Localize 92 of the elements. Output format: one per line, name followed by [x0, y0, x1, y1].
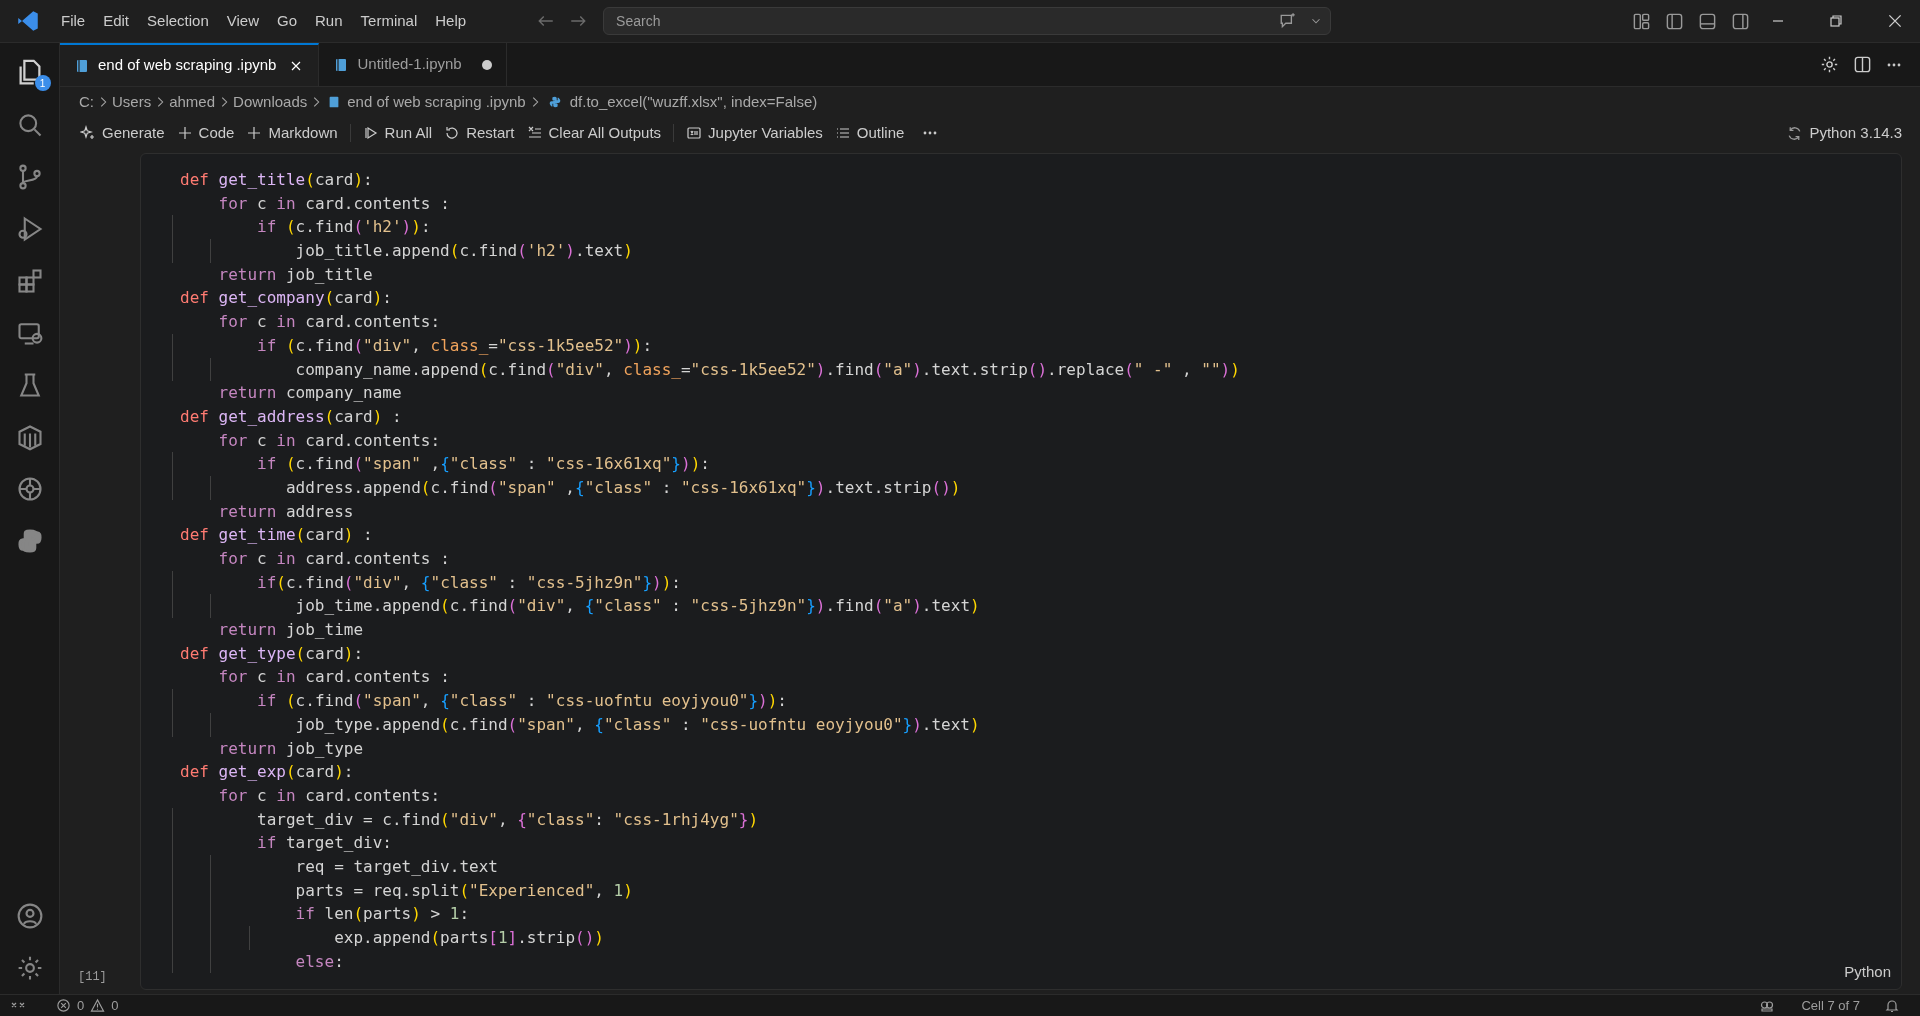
- toolbar-button[interactable]: Restart: [438, 120, 521, 146]
- search-field[interactable]: Search: [603, 7, 1332, 35]
- bell-icon[interactable]: [1884, 997, 1900, 1014]
- breadcrumb-item[interactable]: ahmed: [169, 90, 216, 114]
- run-debug-icon[interactable]: [15, 215, 44, 243]
- menu-item[interactable]: Edit: [94, 9, 139, 33]
- notification-badge: 1: [34, 75, 51, 91]
- toolbar-button[interactable]: Generate: [74, 120, 171, 146]
- menu-item[interactable]: View: [217, 9, 268, 33]
- plus-icon: [176, 125, 193, 141]
- code-line: if (c.find("span", {"class" : "css-uofntu eoyjyou0"})):: [256, 691, 787, 711]
- code-line: def get_time(card) :: [180, 525, 373, 545]
- account-icon[interactable]: [15, 902, 44, 930]
- cell-language[interactable]: Python: [1844, 960, 1891, 983]
- bottom-panel-icon[interactable]: [1698, 11, 1717, 31]
- menu-item[interactable]: Help: [426, 9, 476, 33]
- variables-icon: [686, 125, 703, 141]
- run-all-icon: [362, 125, 379, 141]
- code-line: for c in card.contents :: [217, 549, 450, 568]
- error-icon[interactable]: [56, 998, 71, 1013]
- toolbar-button[interactable]: Jupyter Variables: [680, 120, 829, 146]
- notebook-icon: [74, 57, 90, 74]
- code-line: target_div = c.find("div", {"class": "css-1rhj4yg"}): [256, 809, 759, 829]
- code-line: def get_address(card) :: [180, 406, 402, 426]
- code-line: for c in card.contents :: [217, 193, 450, 213]
- breadcrumb-item[interactable]: df.to_excel("wuzff.xlsx", index=False): [569, 90, 818, 114]
- menu-item[interactable]: Selection: [138, 9, 218, 33]
- toolbar-button[interactable]: Code: [170, 120, 241, 146]
- code-line: for c in card.contents:: [217, 430, 441, 450]
- editor-tab[interactable]: end of web scraping .ipynb: [60, 43, 320, 86]
- container-icon[interactable]: [15, 423, 44, 451]
- app-logo-icon: [16, 9, 40, 33]
- toolbar-button[interactable]: Clear All Outputs: [520, 120, 668, 146]
- kernel-picker[interactable]: Python 3.14.3: [1786, 121, 1902, 145]
- code-line: job_title.append(c.find('h2').text): [294, 241, 633, 261]
- code-line: return job_time: [217, 620, 364, 640]
- warning-icon[interactable]: [90, 998, 106, 1013]
- helm-wheel-icon[interactable]: [15, 475, 44, 503]
- code-line: if (c.find("div", class_="css-1k5ee52")):: [256, 335, 653, 355]
- clear-outputs-icon: [526, 125, 543, 141]
- sparkle-icon: [80, 125, 96, 141]
- execution-count: [11]: [78, 969, 108, 986]
- code-line: exp.append(parts[1].strip()): [333, 928, 604, 947]
- extensions-icon[interactable]: [15, 267, 44, 295]
- warning-count[interactable]: 0: [111, 995, 119, 1016]
- code-line: job_type.append(c.find("span", {"class" : "css-uofntu eoyjyou0"}).text): [294, 714, 980, 734]
- code-line: def get_title(card):: [180, 170, 373, 189]
- menu-item[interactable]: Go: [268, 9, 306, 33]
- settings-icon[interactable]: [1820, 55, 1839, 74]
- code-line: def get_exp(card):: [180, 762, 354, 782]
- code-line: if(c.find("div", {"class" : "css-5jhz9n"})):: [256, 572, 681, 592]
- toolbar-button[interactable]: Run All: [356, 120, 439, 146]
- code-line: def get_type(card):: [180, 643, 364, 663]
- code-line: return company_name: [217, 383, 402, 403]
- right-panel-icon[interactable]: [1731, 11, 1750, 31]
- layout-icon[interactable]: [1632, 11, 1651, 31]
- code-line: return job_type: [217, 738, 364, 758]
- code-line: return address: [217, 501, 354, 521]
- menu-item[interactable]: Run: [306, 9, 352, 33]
- code-line: parts = req.split("Experienced", 1): [294, 880, 633, 900]
- breadcrumb-item[interactable]: end of web scraping .ipynb: [347, 90, 526, 114]
- chat-sparkle-icon[interactable]: [1279, 12, 1298, 30]
- code-line: def get_company(card):: [180, 288, 392, 308]
- restart-icon: [444, 125, 461, 141]
- code-line: for c in card.contents:: [217, 312, 441, 332]
- toolbar-button[interactable]: Markdown: [240, 120, 344, 146]
- breadcrumb-item[interactable]: Downloads: [233, 90, 308, 114]
- split-editor-icon[interactable]: [1853, 55, 1872, 74]
- left-panel-icon[interactable]: [1665, 11, 1684, 31]
- restore-icon[interactable]: [1828, 13, 1844, 29]
- breadcrumb-item[interactable]: Users: [112, 90, 152, 114]
- error-count[interactable]: 0: [77, 995, 85, 1016]
- code-line: else:: [294, 951, 344, 971]
- plus-icon: [246, 125, 263, 141]
- code-line: job_time.append(c.find("div", {"class" : "css-5jhz9n"}).find("a").text): [294, 596, 980, 616]
- toolbar-button[interactable]: Outline: [828, 120, 911, 146]
- code-line: address.append(c.find("span" ,{"class" : "css-16x61xq"}).text.strip()): [284, 477, 961, 497]
- code-line: req = target_div.text: [294, 856, 498, 876]
- breadcrumb-item[interactable]: C:: [79, 90, 94, 114]
- code-line: for c in card.contents :: [217, 667, 450, 687]
- code-line: for c in card.contents:: [217, 785, 441, 805]
- code-line: if (c.find('h2')):: [256, 217, 431, 237]
- cell-position[interactable]: Cell 7 of 7: [1801, 995, 1860, 1016]
- list-icon: [834, 125, 851, 141]
- code-line: if len(parts) > 1:: [294, 904, 470, 924]
- code-line: return job_title: [217, 264, 373, 284]
- menu-item[interactable]: File: [52, 9, 95, 33]
- code-line: if target_div:: [256, 833, 392, 853]
- code-line: if (c.find("span" ,{"class" : "css-16x61xq"})):: [256, 454, 710, 474]
- close-icon[interactable]: [1886, 12, 1904, 30]
- menu-item[interactable]: Terminal: [351, 9, 427, 33]
- code-line: company_name.append(c.find("div", class_="css-1k5ee52").find("a").text.strip().replace(" -" , "")): [294, 359, 1240, 379]
